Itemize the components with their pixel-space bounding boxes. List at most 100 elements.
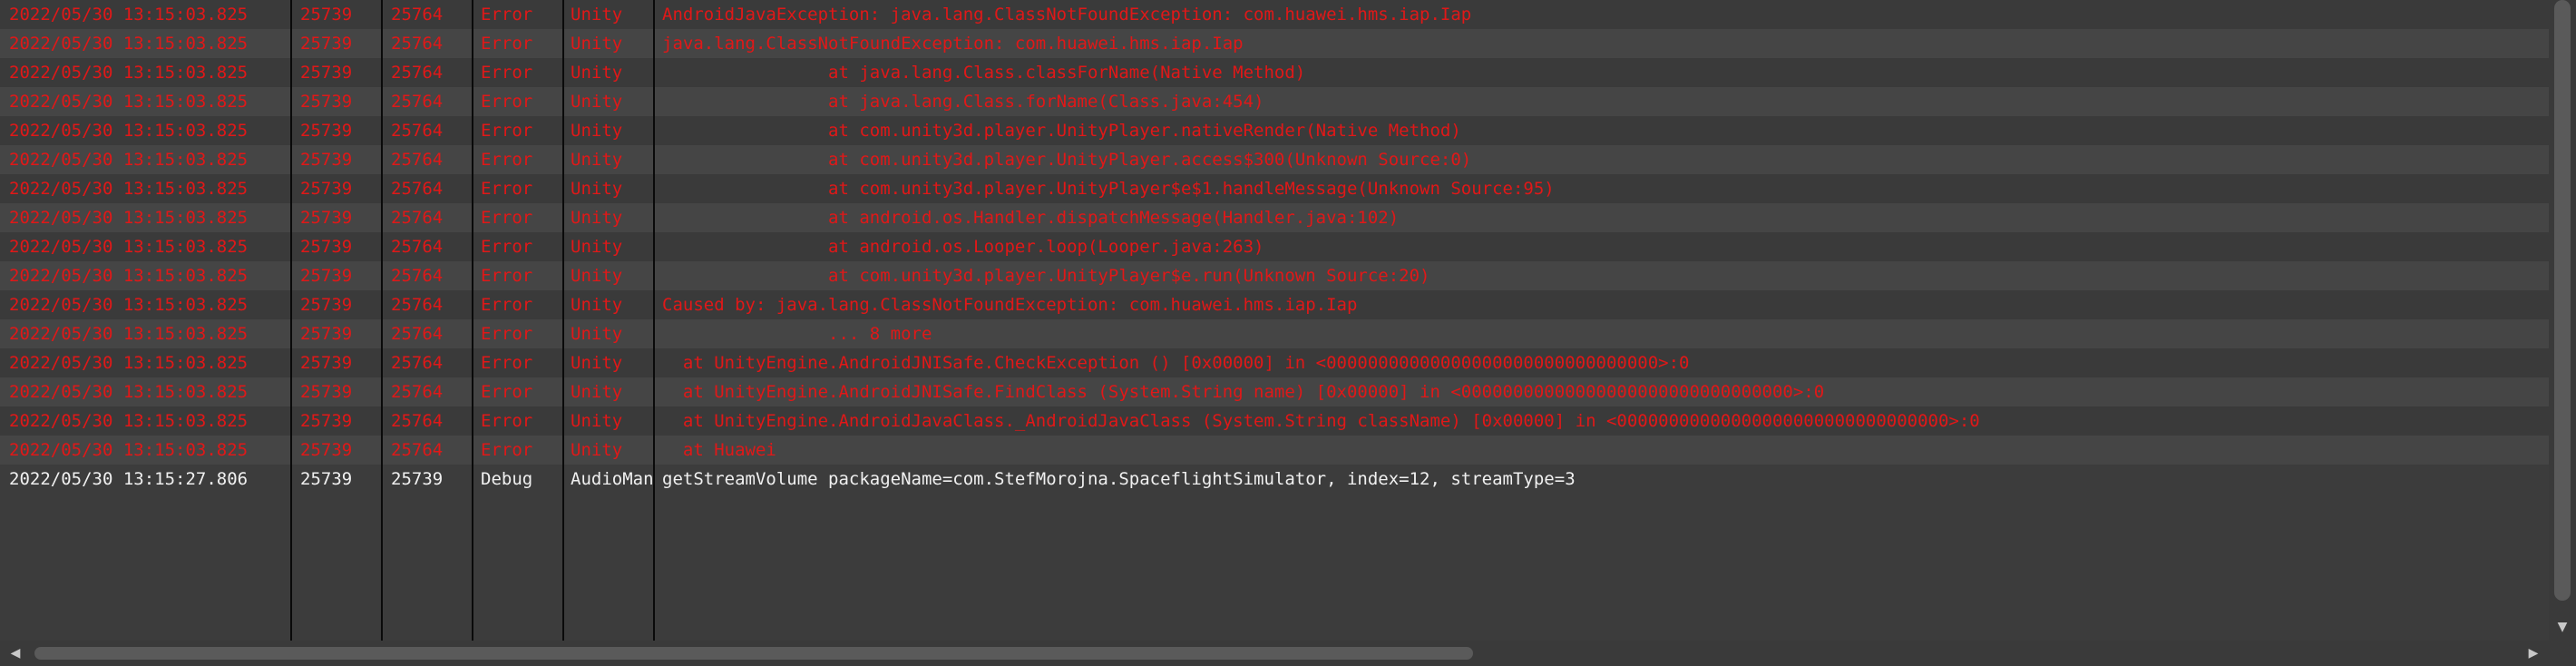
log-tag: Unity	[571, 440, 623, 460]
log-timestamp: 2022/05/30 13:15:03.825	[9, 295, 249, 315]
log-message: at android.os.Looper.loop(Looper.java:26…	[662, 237, 1264, 257]
log-tid: 25739	[391, 469, 444, 489]
log-pid: 25739	[300, 5, 353, 24]
log-tag: Unity	[571, 324, 623, 344]
column-separator[interactable]	[562, 0, 564, 641]
log-level: Error	[481, 179, 533, 199]
log-message: at java.lang.Class.classForName(Native M…	[662, 63, 1306, 83]
log-tid: 25764	[391, 5, 444, 24]
log-pid: 25739	[300, 324, 353, 344]
log-message: at android.os.Handler.dispatchMessage(Ha…	[662, 208, 1400, 228]
log-pid: 25739	[300, 63, 353, 83]
log-pid: 25739	[300, 353, 353, 373]
log-timestamp: 2022/05/30 13:15:03.825	[9, 150, 249, 170]
log-level: Error	[481, 208, 533, 228]
log-level: Error	[481, 237, 533, 257]
log-timestamp: 2022/05/30 13:15:03.825	[9, 411, 249, 431]
log-tag: Unity	[571, 179, 623, 199]
log-pid: 25739	[300, 179, 353, 199]
log-tag: Unity	[571, 5, 623, 24]
log-tid: 25764	[391, 353, 444, 373]
log-pid: 25739	[300, 440, 353, 460]
log-tag: Unity	[571, 34, 623, 54]
log-pid: 25739	[300, 237, 353, 257]
log-tag: Unity	[571, 411, 623, 431]
log-level: Error	[481, 382, 533, 402]
log-tid: 25764	[391, 411, 444, 431]
log-tid: 25764	[391, 324, 444, 344]
log-timestamp: 2022/05/30 13:15:03.825	[9, 237, 249, 257]
log-tag: Unity	[571, 382, 623, 402]
column-separator[interactable]	[472, 0, 473, 641]
log-level: Error	[481, 324, 533, 344]
log-tid: 25764	[391, 150, 444, 170]
log-pid: 25739	[300, 411, 353, 431]
horizontal-scrollbar[interactable]: ◀ ▶	[0, 641, 2549, 666]
log-timestamp: 2022/05/30 13:15:03.825	[9, 5, 249, 24]
vertical-scrollbar[interactable]: ▼	[2549, 0, 2576, 641]
log-level: Error	[481, 266, 533, 286]
column-separator[interactable]	[290, 0, 292, 641]
log-tag: Unity	[571, 92, 623, 112]
log-timestamp: 2022/05/30 13:15:03.825	[9, 353, 249, 373]
scroll-left-arrow-icon[interactable]: ◀	[0, 641, 31, 666]
log-message: at com.unity3d.player.UnityPlayer.native…	[662, 121, 1461, 141]
log-message: Caused by: java.lang.ClassNotFoundExcept…	[662, 295, 1358, 315]
scrollbar-corner	[2549, 641, 2576, 666]
log-message: at UnityEngine.AndroidJNISafe.FindClass …	[662, 382, 1825, 402]
log-timestamp: 2022/05/30 13:15:27.806	[9, 469, 249, 489]
log-tid: 25764	[391, 295, 444, 315]
log-tid: 25764	[391, 208, 444, 228]
log-level: Error	[481, 121, 533, 141]
log-timestamp: 2022/05/30 13:15:03.825	[9, 382, 249, 402]
scroll-right-arrow-icon[interactable]: ▶	[2518, 641, 2549, 666]
log-timestamp: 2022/05/30 13:15:03.825	[9, 266, 249, 286]
log-message: at Huawei	[662, 440, 776, 460]
scroll-down-arrow-icon[interactable]: ▼	[2549, 613, 2576, 641]
log-timestamp: 2022/05/30 13:15:03.825	[9, 179, 249, 199]
log-pid: 25739	[300, 150, 353, 170]
horizontal-scrollbar-thumb[interactable]	[34, 647, 1473, 660]
log-message: at com.unity3d.player.UnityPlayer$e$1.ha…	[662, 179, 1555, 199]
log-level: Error	[481, 92, 533, 112]
log-pid: 25739	[300, 295, 353, 315]
log-message: AndroidJavaException: java.lang.ClassNot…	[662, 5, 1472, 24]
vertical-scrollbar-thumb[interactable]	[2554, 0, 2571, 601]
log-tid: 25764	[391, 237, 444, 257]
log-tid: 25764	[391, 92, 444, 112]
column-separator[interactable]	[381, 0, 383, 641]
log-timestamp: 2022/05/30 13:15:03.825	[9, 324, 249, 344]
log-table: 2022/05/30 13:15:03.825 25739 25764 Error Un…	[0, 0, 2549, 641]
log-timestamp: 2022/05/30 13:15:03.825	[9, 34, 249, 54]
column-separator[interactable]	[653, 0, 655, 641]
log-tag: AudioMan	[571, 469, 654, 489]
log-timestamp: 2022/05/30 13:15:03.825	[9, 121, 249, 141]
log-tag: Unity	[571, 353, 623, 373]
log-tag: Unity	[571, 121, 623, 141]
log-message: at java.lang.Class.forName(Class.java:45…	[662, 92, 1264, 112]
log-tid: 25764	[391, 63, 444, 83]
log-level: Error	[481, 353, 533, 373]
log-level: Error	[481, 440, 533, 460]
log-level: Error	[481, 295, 533, 315]
log-message: at com.unity3d.player.UnityPlayer$e.run(…	[662, 266, 1430, 286]
log-tag: Unity	[571, 63, 623, 83]
log-tag: Unity	[571, 266, 623, 286]
log-tid: 25764	[391, 34, 444, 54]
log-level: Error	[481, 34, 533, 54]
log-message: ... 8 more	[662, 324, 932, 344]
log-message: java.lang.ClassNotFoundException: com.hu…	[662, 34, 1244, 54]
log-level: Debug	[481, 469, 533, 489]
log-message: at UnityEngine.AndroidJNISafe.CheckExcep…	[662, 353, 1690, 373]
log-message: at UnityEngine.AndroidJavaClass._Android…	[662, 411, 1980, 431]
log-tag: Unity	[571, 150, 623, 170]
log-tid: 25764	[391, 179, 444, 199]
log-pid: 25739	[300, 92, 353, 112]
log-timestamp: 2022/05/30 13:15:03.825	[9, 92, 249, 112]
log-tag: Unity	[571, 208, 623, 228]
log-tid: 25764	[391, 382, 444, 402]
log-pid: 25739	[300, 469, 353, 489]
log-level: Error	[481, 5, 533, 24]
log-tag: Unity	[571, 237, 623, 257]
log-pid: 25739	[300, 208, 353, 228]
